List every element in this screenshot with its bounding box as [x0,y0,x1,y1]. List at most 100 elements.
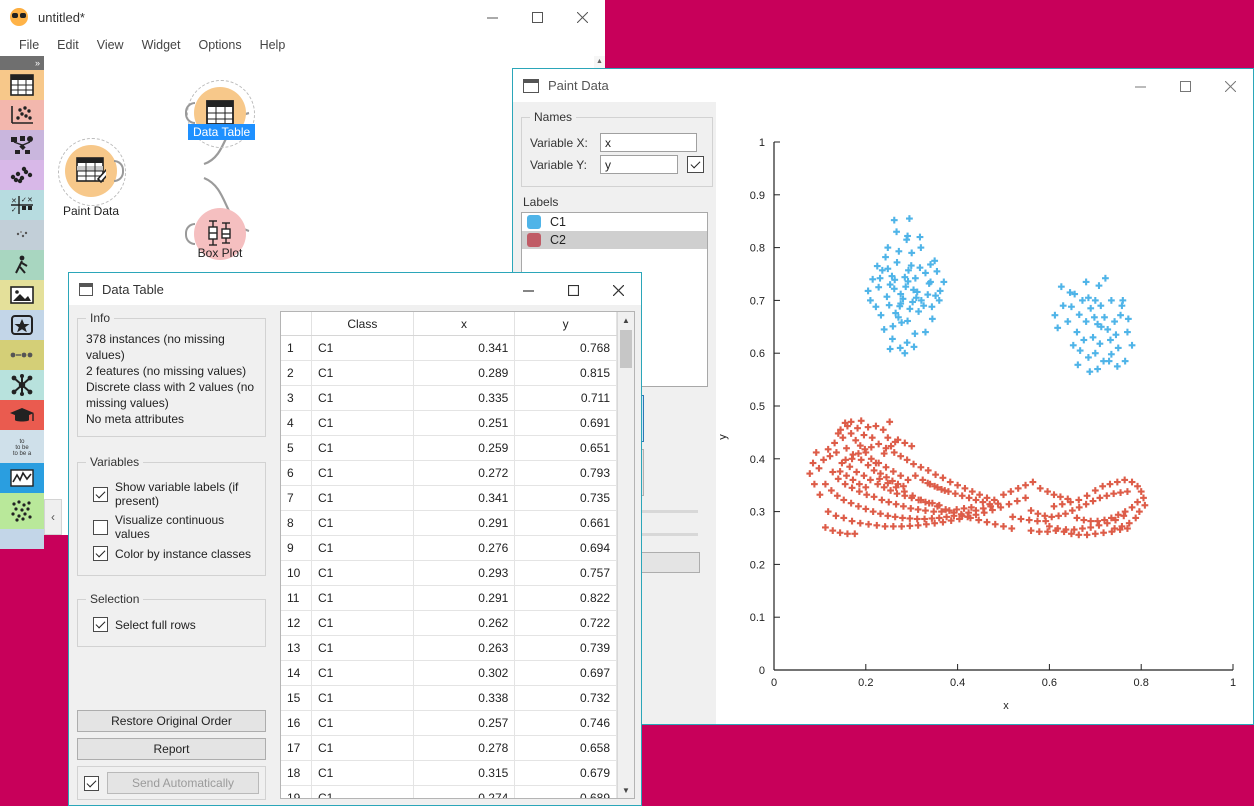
cell-x[interactable]: 0.278 [413,735,516,761]
category-text-mining-icon[interactable]: to to be to be a [0,430,44,463]
variable-y-input[interactable] [600,155,678,174]
cell-x[interactable]: 0.302 [413,660,516,686]
close-icon[interactable] [560,0,605,34]
data-table-report-button[interactable]: Report [77,738,266,760]
cell-class[interactable]: C1 [311,610,414,636]
table-row[interactable]: 2 C1 0.289 0.815 [281,360,617,386]
table-row[interactable]: 8 C1 0.291 0.661 [281,510,617,536]
cell-y[interactable]: 0.739 [514,635,617,661]
table-row[interactable]: 11 C1 0.291 0.822 [281,585,617,611]
cell-class[interactable]: C1 [311,460,414,486]
table-row[interactable]: 6 C1 0.272 0.793 [281,460,617,486]
menu-help[interactable]: Help [251,36,295,54]
table-row[interactable]: 18 C1 0.315 0.679 [281,760,617,786]
cell-y[interactable]: 0.679 [514,760,617,786]
label-item-c2[interactable]: C2 [522,231,707,249]
close-icon[interactable] [596,273,641,307]
cell-x[interactable]: 0.289 [413,360,516,386]
cell-y[interactable]: 0.697 [514,660,617,686]
table-vertical-scrollbar[interactable]: ▲ ▼ [617,312,634,798]
node-paint-data[interactable] [65,145,117,197]
menu-file[interactable]: File [10,36,48,54]
cell-x[interactable]: 0.315 [413,760,516,786]
category-expander-button[interactable]: » [0,56,44,70]
cell-x[interactable]: 0.262 [413,610,516,636]
cell-class[interactable]: C1 [311,635,414,661]
cell-y[interactable]: 0.732 [514,685,617,711]
data-table-input-port[interactable] [185,102,195,124]
cell-class[interactable]: C1 [311,660,414,686]
cell-y[interactable]: 0.711 [514,385,617,411]
cell-class[interactable]: C1 [311,485,414,511]
category-geo-icon[interactable] [0,250,44,280]
option-color-by-class[interactable]: Color by instance classes [86,546,257,561]
cell-y[interactable]: 0.658 [514,735,617,761]
cell-class[interactable]: C1 [311,735,414,761]
table-row[interactable]: 5 C1 0.259 0.651 [281,435,617,461]
cell-y[interactable]: 0.822 [514,585,617,611]
category-evaluate-icon[interactable]: ✓ ✕ ✓ ✕ [0,190,44,220]
cell-y[interactable]: 0.757 [514,560,617,586]
table-row[interactable]: 16 C1 0.257 0.746 [281,710,617,736]
category-bar-collapse-button[interactable]: ‹ [44,499,62,535]
cell-x[interactable]: 0.291 [413,510,516,536]
category-educational-icon[interactable] [0,400,44,430]
table-header-y[interactable]: y [514,312,617,336]
cell-y[interactable]: 0.651 [514,435,617,461]
table-row[interactable]: 4 C1 0.251 0.691 [281,410,617,436]
option-show-variable-labels[interactable]: Show variable labels (if present) [86,480,257,508]
category-visualize-icon[interactable] [0,100,44,130]
apply-checkbox[interactable] [687,156,704,173]
cell-y[interactable]: 0.694 [514,535,617,561]
category-spectroscopy-icon[interactable] [0,220,44,250]
cell-x[interactable]: 0.341 [413,485,516,511]
cell-class[interactable]: C1 [311,535,414,561]
cell-y[interactable]: 0.735 [514,485,617,511]
menu-edit[interactable]: Edit [48,36,88,54]
category-timeseries-icon[interactable] [0,340,44,370]
cell-y[interactable]: 0.815 [514,360,617,386]
table-row[interactable]: 1 C1 0.341 0.768 [281,335,617,361]
scroll-up-icon[interactable]: ▲ [594,56,605,67]
box-plot-input-port[interactable] [185,223,195,245]
paint-data-plot-area[interactable]: 0 0.1 0.2 0.3 0.4 0.5 0.6 0.7 0.8 0.9 1 0 0.2 0.4 0.6 0… [716,102,1253,724]
cell-class[interactable]: C1 [311,360,414,386]
category-network-icon[interactable] [0,370,44,400]
cell-y[interactable]: 0.793 [514,460,617,486]
minimize-icon[interactable] [1118,69,1163,103]
scroll-down-icon[interactable]: ▼ [618,782,634,798]
checkbox-send-automatically[interactable] [84,775,99,791]
scroll-up-icon[interactable]: ▲ [618,312,634,328]
cell-x[interactable]: 0.272 [413,460,516,486]
table-row[interactable]: 9 C1 0.276 0.694 [281,535,617,561]
cell-class[interactable]: C1 [311,410,414,436]
table-row[interactable]: 19 C1 0.274 0.689 [281,785,617,798]
table-row[interactable]: 10 C1 0.293 0.757 [281,560,617,586]
cell-class[interactable]: C1 [311,560,414,586]
minimize-icon[interactable] [470,0,515,34]
cell-x[interactable]: 0.274 [413,785,516,798]
cell-x[interactable]: 0.291 [413,585,516,611]
cell-x[interactable]: 0.257 [413,710,516,736]
cell-x[interactable]: 0.259 [413,435,516,461]
checkbox-select-full-rows[interactable] [93,617,108,632]
minimize-icon[interactable] [506,273,551,307]
close-icon[interactable] [1208,69,1253,103]
cell-x[interactable]: 0.251 [413,410,516,436]
cell-class[interactable]: C1 [311,335,414,361]
cell-x[interactable]: 0.263 [413,635,516,661]
maximize-icon[interactable] [551,273,596,307]
option-select-full-rows[interactable]: Select full rows [86,617,257,632]
checkbox-color-by-class[interactable] [93,546,108,561]
cell-x[interactable]: 0.338 [413,685,516,711]
cell-x[interactable]: 0.341 [413,335,516,361]
option-visualize-continuous[interactable]: Visualize continuous values [86,513,257,541]
maximize-icon[interactable] [515,0,560,34]
category-more-icon[interactable] [0,529,44,549]
cell-x[interactable]: 0.293 [413,560,516,586]
table-row[interactable]: 13 C1 0.263 0.739 [281,635,617,661]
cell-class[interactable]: C1 [311,435,414,461]
menu-view[interactable]: View [88,36,133,54]
category-unsupervised-icon[interactable] [0,160,44,190]
table-row[interactable]: 17 C1 0.278 0.658 [281,735,617,761]
